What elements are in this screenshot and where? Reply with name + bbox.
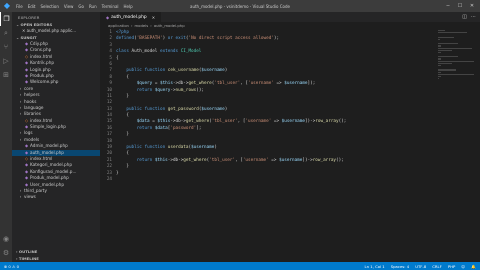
breadcrumb-item[interactable]: application xyxy=(108,23,129,28)
activity-bar: ❐ ⌕ ⑂ ▷ ⊞ ◉ ⚙ xyxy=(0,12,12,262)
code-text: { xyxy=(116,55,119,61)
timeline-label: TIMELINE xyxy=(18,256,39,261)
window-controls: ─ ☐ ✕ xyxy=(442,0,478,12)
menu-item-selection[interactable]: Selection xyxy=(40,4,58,9)
outline-section[interactable]: › OUTLINE xyxy=(12,248,100,255)
code-text: return $query->num_rows(); xyxy=(136,87,205,93)
minimap[interactable] xyxy=(438,30,474,90)
code-text: public function userdata($username) xyxy=(126,145,217,151)
open-editors-label: OPEN EDITORS xyxy=(20,22,53,27)
menu-bar: File Edit Selection View Go Run Terminal Help xyxy=(16,4,138,9)
breadcrumb: application › models › auth_model.php xyxy=(100,22,480,30)
menu-item-edit[interactable]: Edit xyxy=(28,4,36,9)
menu-item-terminal[interactable]: Terminal xyxy=(102,4,119,9)
explorer-sidebar: EXPLORER ⌄ OPEN EDITORS ✕ auth_model.php… xyxy=(12,12,100,262)
chevron-right-icon: › xyxy=(130,23,133,28)
menu-item-file[interactable]: File xyxy=(16,4,23,9)
menu-item-run[interactable]: Run xyxy=(89,4,97,9)
code-text: class Auth_model extends CI_Model xyxy=(116,49,202,55)
extensions-icon[interactable]: ⊞ xyxy=(0,68,12,82)
explorer-header: EXPLORER xyxy=(18,15,40,20)
cursor-position[interactable]: Ln 1, Col 1 xyxy=(365,264,385,269)
search-icon[interactable]: ⌕ xyxy=(0,26,12,40)
menu-item-view[interactable]: View xyxy=(64,4,74,9)
code-text: } xyxy=(116,132,129,138)
split-editor-icon[interactable]: ◫ xyxy=(462,14,467,20)
code-line: 24 xyxy=(104,177,480,183)
code-editor[interactable]: 1 <?php 2 defined('BASEPATH') or exit('No d… xyxy=(100,30,480,183)
project-section[interactable]: ⌄ SUNGIT xyxy=(12,34,100,41)
project-label: SUNGIT xyxy=(20,35,37,40)
code-text: public function get_password($username) xyxy=(126,106,228,112)
editor-tabs: ◆ auth_model.php ✕ ◫ ⋯ xyxy=(100,12,480,22)
code-text: } xyxy=(116,170,119,176)
code-text: defined('BASEPATH') or exit('No direct s… xyxy=(116,36,280,42)
tab-auth-model[interactable]: ◆ auth_model.php ✕ xyxy=(100,12,162,22)
notifications-icon[interactable]: 🔔 xyxy=(471,264,476,269)
tab-label: auth_model.php xyxy=(111,14,147,20)
breadcrumb-item[interactable]: auth_model.php xyxy=(154,23,185,28)
settings-gear-icon[interactable]: ⚙ xyxy=(0,246,12,260)
menu-item-help[interactable]: Help xyxy=(124,4,133,9)
folder-item[interactable]: › views xyxy=(12,194,100,200)
outline-label: OUTLINE xyxy=(18,249,38,254)
problems-indicator[interactable]: ⊗ 0 ⚠ 0 xyxy=(4,264,19,269)
maximize-icon[interactable]: ☐ xyxy=(454,0,466,12)
chevron-right-icon: › xyxy=(19,111,22,117)
more-actions-icon[interactable]: ⋯ xyxy=(471,14,476,20)
tree-item-label: Welcome.php xyxy=(30,79,59,85)
vscode-logo-icon: ◆ xyxy=(3,1,11,10)
tree-item-label: Simple_login.php xyxy=(30,124,66,130)
timeline-section[interactable]: › TIMELINE xyxy=(12,255,100,262)
run-debug-icon[interactable]: ▷ xyxy=(0,54,12,68)
minimize-icon[interactable]: ─ xyxy=(442,0,454,12)
chevron-right-icon: › xyxy=(150,23,152,28)
close-tab-icon[interactable]: ✕ xyxy=(152,15,155,20)
line-number: 24 xyxy=(106,176,112,182)
php-file-icon: ◆ xyxy=(106,14,110,20)
feedback-icon[interactable]: ☺ xyxy=(461,264,465,269)
title-bar: ◆ File Edit Selection View Go Run Terminal Help… xyxy=(0,0,480,12)
breadcrumb-item[interactable]: models xyxy=(134,23,148,28)
editor-area: ◆ auth_model.php ✕ ◫ ⋯ application › model… xyxy=(100,12,480,262)
language-mode[interactable]: PHP xyxy=(448,264,455,269)
file-tree: ◆ Cdiy.php ◆ Crons.php ◇ index.html ◆ Kontrik.p… xyxy=(12,41,100,201)
explorer-icon[interactable]: ❐ xyxy=(0,12,12,26)
line-ending[interactable]: CRLF xyxy=(432,264,442,269)
open-editors-section[interactable]: ⌄ OPEN EDITORS xyxy=(12,21,100,28)
status-bar: ⊗ 0 ⚠ 0 Ln 1, Col 1 Spaces: 4 UTF-8 CRLF PHP… xyxy=(0,262,480,270)
code-text: } xyxy=(116,93,129,99)
source-control-icon[interactable]: ⑂ xyxy=(0,40,12,54)
tree-item-label: views xyxy=(24,194,36,200)
account-icon[interactable]: ◉ xyxy=(0,232,12,246)
encoding[interactable]: UTF-8 xyxy=(415,264,426,269)
indentation[interactable]: Spaces: 4 xyxy=(391,264,409,269)
chevron-right-icon: › xyxy=(19,194,22,200)
code-text: return $this->db->get_where('tbl_user', … xyxy=(136,157,344,163)
close-icon[interactable]: ✕ xyxy=(466,0,478,12)
menu-item-go[interactable]: Go xyxy=(78,4,84,9)
chevron-right-icon: › xyxy=(19,136,22,142)
code-text: public function cek_username($username) xyxy=(126,68,228,74)
